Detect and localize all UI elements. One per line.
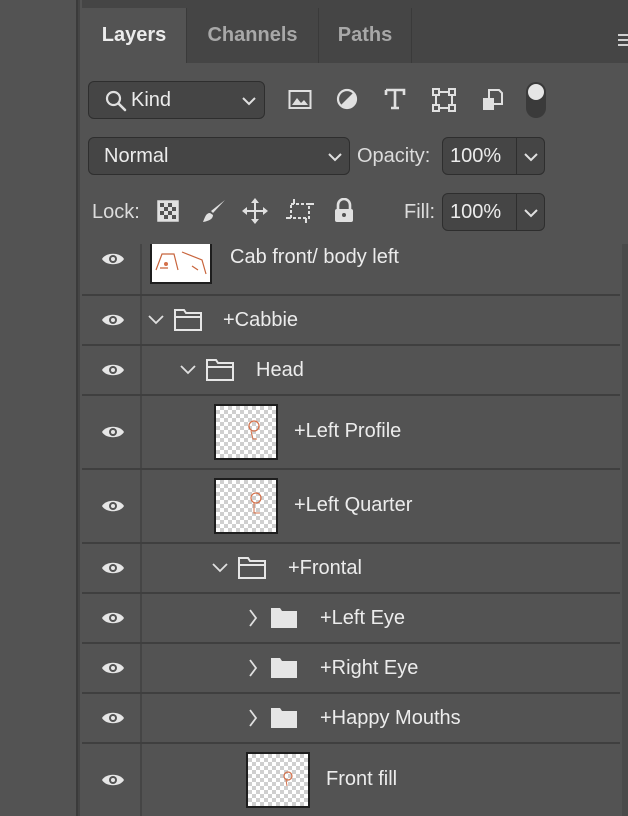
type-filter-icon[interactable] <box>384 88 406 110</box>
chevron-right-icon[interactable] <box>248 609 258 627</box>
layer-name: Front fill <box>326 768 398 790</box>
layer-row[interactable]: +Left Profile <box>82 396 620 468</box>
chevron-right-icon[interactable] <box>248 659 258 677</box>
eye-icon[interactable] <box>101 362 125 378</box>
layer-name: +Left Eye <box>320 607 406 629</box>
visibility-toggle[interactable] <box>82 744 142 816</box>
layer-name: +Happy Mouths <box>320 707 461 729</box>
panel-tabs: Layers Channels Paths <box>82 8 628 63</box>
visibility-toggle[interactable] <box>82 594 142 642</box>
visibility-toggle[interactable] <box>82 346 142 394</box>
eye-icon[interactable] <box>101 660 125 676</box>
lock-transparent-icon[interactable] <box>157 200 179 222</box>
layers-panel: Layers Channels Paths Kind Normal Opacit… <box>82 0 628 816</box>
chevron-right-icon[interactable] <box>248 709 258 727</box>
panel-top-strip <box>82 0 628 8</box>
layers-list: Cab front/ body left +Cabbie Head +Left … <box>82 244 628 816</box>
layer-row[interactable]: Head <box>82 346 620 394</box>
opacity-field[interactable]: 100% <box>442 137 545 175</box>
lock-position-icon[interactable] <box>242 198 268 224</box>
layer-row[interactable]: +Right Eye <box>82 644 620 692</box>
blend-mode-select[interactable]: Normal <box>88 137 350 175</box>
filter-kind-label: Kind <box>131 89 172 111</box>
visibility-toggle[interactable] <box>82 694 142 742</box>
fill-field[interactable]: 100% <box>442 193 545 231</box>
visibility-toggle[interactable] <box>82 470 142 542</box>
eye-icon[interactable] <box>101 772 125 788</box>
layer-row[interactable]: +Frontal <box>82 544 620 592</box>
smart-object-filter-icon[interactable] <box>482 88 504 112</box>
layer-name: Cab front/ body left <box>230 246 399 268</box>
layer-row[interactable]: +Left Eye <box>82 594 620 642</box>
chevron-down-icon[interactable] <box>148 315 164 325</box>
chevron-down-icon[interactable] <box>524 208 538 218</box>
image-filter-icon[interactable] <box>288 89 312 111</box>
layer-name: Head <box>256 359 304 381</box>
visibility-toggle[interactable] <box>82 644 142 692</box>
folder-open-icon <box>206 359 234 381</box>
lock-artboard-icon[interactable] <box>286 198 314 224</box>
fill-label: Fill: <box>404 201 436 223</box>
blend-mode-value: Normal <box>104 145 169 167</box>
eye-icon[interactable] <box>101 498 125 514</box>
layer-name: +Right Eye <box>320 657 419 679</box>
layer-thumbnail <box>214 478 278 534</box>
lock-image-icon[interactable] <box>201 198 227 224</box>
visibility-toggle[interactable] <box>82 544 142 592</box>
fill-value: 100% <box>450 201 502 223</box>
visibility-toggle[interactable] <box>82 296 142 344</box>
layer-name: +Left Profile <box>294 420 402 442</box>
layer-row[interactable]: +Left Quarter <box>82 470 620 542</box>
eye-icon[interactable] <box>101 560 125 576</box>
tab-paths[interactable]: Paths <box>319 8 411 63</box>
layer-name: +Left Quarter <box>294 494 413 516</box>
gutter-divider-inner <box>78 0 80 816</box>
filter-kind-select[interactable]: Kind <box>88 81 265 119</box>
layers-scrollbar[interactable] <box>622 244 628 816</box>
eye-icon[interactable] <box>101 424 125 440</box>
layer-name: +Frontal <box>288 557 362 579</box>
layer-row[interactable]: Front fill <box>82 744 620 816</box>
layer-thumbnail <box>246 752 310 808</box>
folder-open-icon <box>238 557 266 579</box>
adjustment-filter-icon[interactable] <box>336 88 358 110</box>
search-icon <box>105 90 127 112</box>
lock-label: Lock: <box>92 201 140 223</box>
tab-separator <box>411 8 412 63</box>
folder-icon <box>271 708 297 728</box>
layer-row[interactable]: +Happy Mouths <box>82 694 620 742</box>
layer-name: +Cabbie <box>223 309 299 331</box>
opacity-value: 100% <box>450 145 502 167</box>
chevron-down-icon[interactable] <box>180 365 196 375</box>
folder-icon <box>271 658 297 678</box>
eye-icon[interactable] <box>101 710 125 726</box>
chevron-down-icon <box>328 153 342 162</box>
visibility-toggle[interactable] <box>82 244 142 294</box>
chevron-down-icon[interactable] <box>212 563 228 573</box>
tab-channels[interactable]: Channels <box>187 8 318 63</box>
layer-row[interactable]: +Cabbie <box>82 296 620 344</box>
layer-thumbnail <box>214 404 278 460</box>
eye-icon[interactable] <box>101 610 125 626</box>
shape-filter-icon[interactable] <box>432 88 456 112</box>
visibility-toggle[interactable] <box>82 396 142 468</box>
layer-row[interactable]: Cab front/ body left <box>82 244 620 294</box>
left-gutter <box>0 0 76 816</box>
eye-icon[interactable] <box>101 312 125 328</box>
lock-all-icon[interactable] <box>333 198 355 224</box>
eye-icon[interactable] <box>101 251 125 267</box>
layer-thumbnail <box>150 244 212 284</box>
panel-menu-icon[interactable] <box>618 34 628 49</box>
chevron-down-icon <box>242 97 256 106</box>
chevron-down-icon[interactable] <box>524 152 538 162</box>
filter-toggle[interactable] <box>526 82 546 118</box>
tab-layers[interactable]: Layers <box>82 8 186 63</box>
folder-icon <box>271 608 297 628</box>
opacity-label: Opacity: <box>357 145 431 167</box>
folder-open-icon <box>174 309 202 331</box>
